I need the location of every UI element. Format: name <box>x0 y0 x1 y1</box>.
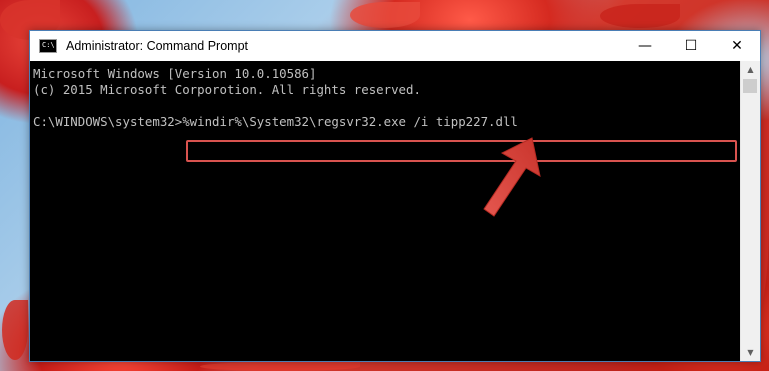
scroll-down-arrow-icon[interactable]: ▼ <box>741 344 760 361</box>
pointer-arrow-icon <box>483 137 541 217</box>
console-line-command: C:\WINDOWS\system32>%windir%\System32\re… <box>33 114 518 130</box>
background-leaf <box>350 2 420 28</box>
console-line-copyright: (c) 2015 Microsoft Corporotion. All righ… <box>33 82 421 97</box>
vertical-scrollbar[interactable]: ▲ ▼ <box>740 61 760 361</box>
background-leaf <box>600 4 680 28</box>
console-command[interactable]: %windir%\System32\regsvr32.exe /i tipp22… <box>182 114 518 129</box>
command-prompt-icon-glyph: C:\ <box>42 41 55 49</box>
title-bar[interactable]: C:\ Administrator: Command Prompt — ☐ ✕ <box>30 31 760 61</box>
command-prompt-icon: C:\ <box>39 39 57 53</box>
console-area[interactable]: Microsoft Windows [Version 10.0.10586] (… <box>30 61 740 361</box>
close-button[interactable]: ✕ <box>714 31 760 61</box>
background-leaf <box>2 300 28 360</box>
scroll-up-arrow-icon[interactable]: ▲ <box>741 61 760 78</box>
minimize-button[interactable]: — <box>622 31 668 61</box>
maximize-button[interactable]: ☐ <box>668 31 714 61</box>
window-controls: — ☐ ✕ <box>622 31 760 61</box>
command-highlight-box <box>186 140 737 162</box>
console-line-version: Microsoft Windows [Version 10.0.10586] <box>33 66 317 81</box>
scroll-thumb[interactable] <box>743 79 757 93</box>
console-prompt: C:\WINDOWS\system32> <box>33 114 183 129</box>
window-title: Administrator: Command Prompt <box>66 39 249 53</box>
command-prompt-window[interactable]: C:\ Administrator: Command Prompt — ☐ ✕ … <box>29 30 761 362</box>
background-leaf <box>200 362 360 371</box>
